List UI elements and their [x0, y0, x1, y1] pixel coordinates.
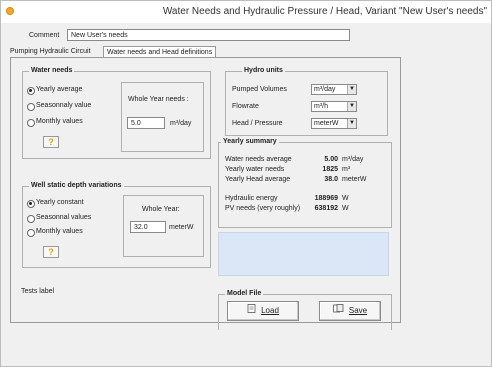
chevron-down-icon: ▼ [347, 85, 356, 94]
tab-panel: Water needs Yearly average Seasonnaly va… [10, 57, 401, 330]
water-needs-help-button[interactable]: ? [43, 136, 59, 148]
summary-value: 638192 [314, 205, 338, 212]
whole-year-needs-label: Whole Year needs : [128, 96, 189, 103]
radio-seasonnaly-value[interactable]: Seasonnaly value [27, 102, 91, 111]
water-needs-group: Water needs Yearly average Seasonnaly va… [22, 67, 211, 159]
summary-row: Yearly Head average 38.0 meterW [219, 176, 394, 184]
help-icon: ? [48, 247, 54, 257]
tests-label: Tests label [21, 288, 55, 295]
info-area [218, 232, 389, 276]
summary-unit: m³/day [342, 156, 364, 163]
summary-label: Yearly water needs [225, 166, 285, 173]
flowrate-select[interactable]: m³/h ▼ [311, 101, 357, 112]
yearly-summary-group: Yearly summary Water needs average 5.00 … [218, 138, 394, 228]
head-pressure-value: meterW [314, 120, 339, 127]
head-pressure-select[interactable]: meterW ▼ [311, 118, 357, 129]
app-icon [6, 7, 14, 15]
save-icon [332, 302, 344, 320]
comment-label: Comment [29, 32, 60, 39]
static-depth-help-button[interactable]: ? [43, 246, 59, 258]
hydro-units-group: Hydro units Pumped Volumes m³/day ▼ Flowr… [225, 67, 388, 136]
whole-year-needs-input[interactable]: 5.0 [127, 117, 165, 129]
summary-row: Yearly water needs 1825 m³ [219, 166, 394, 174]
static-depth-unit: meterW [169, 224, 194, 231]
summary-unit: W [342, 195, 349, 202]
load-label: Load [261, 306, 279, 316]
summary-row: Water needs average 5.00 m³/day [219, 156, 394, 164]
summary-unit: meterW [342, 176, 367, 183]
save-label: Save [348, 306, 368, 316]
radio-yearly-average[interactable]: Yearly average [27, 86, 82, 95]
static-depth-input[interactable]: 32.0 [130, 221, 166, 233]
flowrate-value: m³/h [314, 103, 328, 110]
head-pressure-label: Head / Pressure [232, 120, 283, 127]
summary-value: 188969 [314, 195, 338, 202]
radio-monthly-values-depth[interactable]: Monthly values [27, 228, 83, 237]
help-icon: ? [48, 137, 54, 147]
radio-yearly-constant[interactable]: Yearly constant [27, 199, 84, 208]
water-needs-title: Water needs [29, 67, 75, 74]
summary-row: Hydraulic energy 188969 W [219, 195, 394, 203]
model-file-title: Model File [225, 290, 264, 297]
title-bar: Water Needs and Hydraulic Pressure / Hea… [1, 1, 491, 23]
radio-seasonnal-values[interactable]: Seasonnal values [27, 214, 91, 223]
summary-row: PV needs (very roughly) 638192 W [219, 205, 394, 213]
summary-label: PV needs (very roughly) [225, 205, 301, 212]
summary-label: Water needs average [225, 156, 292, 163]
summary-value: 1825 [322, 166, 338, 173]
load-button[interactable]: Load [227, 301, 299, 321]
chevron-down-icon: ▼ [347, 119, 356, 128]
chevron-down-icon: ▼ [347, 102, 356, 111]
yearly-summary-title: Yearly summary [221, 138, 279, 145]
pumped-volumes-label: Pumped Volumes [232, 86, 287, 93]
static-depth-group: Well static depth variations Yearly cons… [22, 182, 211, 268]
pumped-volumes-value: m³/day [314, 86, 336, 93]
flowrate-label: Flowrate [232, 103, 259, 110]
static-depth-title: Well static depth variations [29, 182, 124, 189]
whole-year-needs-box: Whole Year needs : 5.0 m³/day [121, 82, 204, 152]
summary-value: 5.00 [324, 156, 338, 163]
summary-label: Hydraulic energy [225, 195, 278, 202]
radio-monthly-values[interactable]: Monthly values [27, 118, 83, 127]
summary-value: 38.0 [324, 176, 338, 183]
save-button[interactable]: Save [319, 301, 381, 321]
window-title: Water Needs and Hydraulic Pressure / Hea… [162, 6, 487, 17]
pumped-volumes-select[interactable]: m³/day ▼ [311, 84, 357, 95]
summary-unit: W [342, 205, 349, 212]
whole-year-depth-box: Whole Year: 32.0 meterW [123, 195, 204, 257]
hydro-units-title: Hydro units [242, 67, 285, 74]
comment-input[interactable]: New User's needs [67, 29, 350, 41]
whole-year-depth-label: Whole Year: [142, 206, 180, 213]
load-icon [247, 302, 256, 320]
summary-unit: m³ [342, 166, 351, 173]
whole-year-needs-unit: m³/day [170, 120, 192, 127]
summary-label: Yearly Head average [225, 176, 291, 183]
app-window: Water Needs and Hydraulic Pressure / Hea… [0, 0, 492, 367]
